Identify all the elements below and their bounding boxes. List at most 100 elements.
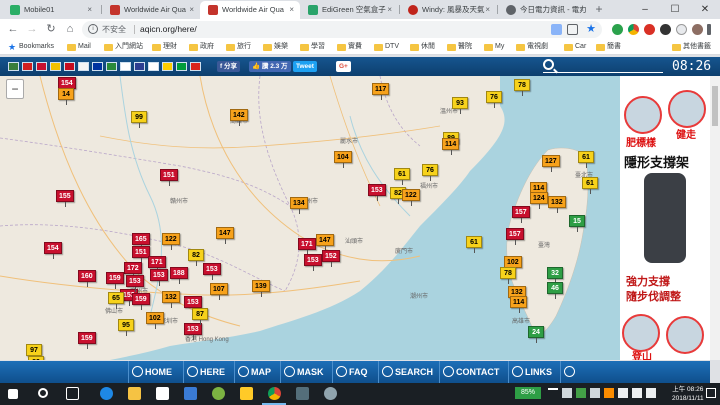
- aqi-station-marker[interactable]: 152: [322, 250, 340, 267]
- aqi-station-marker[interactable]: 99: [131, 111, 147, 128]
- scrollbar-thumb[interactable]: [712, 86, 718, 126]
- aqi-station-marker[interactable]: 78: [514, 79, 530, 96]
- tray-app-icon[interactable]: [576, 388, 586, 398]
- aqi-station-marker[interactable]: 171: [298, 238, 316, 255]
- aqi-station-marker[interactable]: 122: [162, 233, 180, 250]
- aqi-station-marker[interactable]: 61: [466, 236, 482, 253]
- aqi-station-marker[interactable]: 159: [132, 293, 150, 310]
- aqi-station-marker[interactable]: 153: [150, 269, 168, 286]
- page-scrollbar[interactable]: [710, 76, 720, 360]
- aqi-station-marker[interactable]: 14: [58, 88, 74, 105]
- aqi-station-marker[interactable]: 147: [316, 234, 334, 251]
- reload-button[interactable]: ↻: [44, 22, 58, 36]
- mail-icon[interactable]: [184, 387, 197, 400]
- cast-icon[interactable]: [567, 24, 578, 35]
- bookmark-other[interactable]: 其他書籤: [672, 40, 711, 54]
- bookmark-study[interactable]: 學習: [300, 40, 325, 54]
- tab-close-icon[interactable]: ×: [387, 1, 392, 19]
- aqi-station-marker[interactable]: 172: [124, 262, 142, 279]
- nav-faq[interactable]: FAQ: [332, 361, 368, 383]
- aqi-station-marker[interactable]: 127: [542, 155, 560, 172]
- language-flag-icon[interactable]: [36, 62, 47, 71]
- search-icon[interactable]: [38, 388, 48, 398]
- aqi-station-marker[interactable]: 159: [106, 272, 124, 289]
- aqi-station-marker[interactable]: 155: [56, 190, 74, 207]
- tab-close-icon[interactable]: ×: [189, 1, 194, 19]
- facebook-share-button[interactable]: f 分享: [217, 61, 240, 72]
- aqi-station-marker[interactable]: 153: [368, 184, 386, 201]
- aqi-station-marker[interactable]: 160: [78, 270, 96, 287]
- city-search-input[interactable]: [543, 59, 663, 73]
- tab-mobile01[interactable]: Mobile01 ×: [2, 1, 98, 19]
- input-method-icon[interactable]: [632, 388, 642, 398]
- tab-edigreen[interactable]: EdiGreen 空氣盒子 ×: [300, 1, 398, 19]
- photos-icon[interactable]: [296, 387, 309, 400]
- language-flag-icon[interactable]: [120, 62, 131, 71]
- language-flag-icon[interactable]: [162, 62, 173, 71]
- aqi-station-marker[interactable]: 153: [203, 263, 221, 280]
- tab-close-icon[interactable]: ×: [485, 1, 490, 19]
- extension-shield-icon[interactable]: [644, 24, 655, 35]
- aqi-station-marker[interactable]: 132: [548, 196, 566, 213]
- aqi-station-marker[interactable]: 24: [528, 326, 544, 343]
- chrome-icon[interactable]: [268, 387, 281, 400]
- volume-icon[interactable]: [590, 388, 600, 398]
- aqi-station-marker[interactable]: 65: [108, 292, 124, 309]
- aqi-station-marker[interactable]: 107: [210, 283, 228, 300]
- aqi-station-marker[interactable]: 157: [512, 206, 530, 223]
- bookmark-jianshu[interactable]: 簡書: [596, 40, 621, 54]
- task-view-icon[interactable]: [66, 387, 79, 400]
- tab-close-icon[interactable]: ×: [289, 1, 294, 19]
- new-tab-button[interactable]: +: [591, 1, 607, 17]
- tab-close-icon[interactable]: ×: [579, 1, 584, 19]
- language-flag-icon[interactable]: [50, 62, 61, 71]
- language-flag-icon[interactable]: [134, 62, 145, 71]
- facebook-like-button[interactable]: 👍 讚 2.3 万: [249, 61, 291, 72]
- aqi-station-marker[interactable]: 114: [442, 138, 460, 155]
- store-icon[interactable]: [156, 387, 169, 400]
- aqi-station-marker[interactable]: 122: [402, 189, 420, 206]
- nav-map[interactable]: MAP: [234, 361, 271, 383]
- minimize-button[interactable]: –: [630, 0, 660, 19]
- app-icon[interactable]: [240, 387, 253, 400]
- aqi-station-marker[interactable]: 102: [146, 312, 164, 329]
- aqi-station-marker[interactable]: 153: [126, 275, 144, 292]
- settings-icon[interactable]: [324, 387, 337, 400]
- aqi-station-marker[interactable]: 132: [162, 291, 180, 308]
- aqi-station-marker[interactable]: 46: [547, 282, 563, 299]
- aqi-station-marker[interactable]: 157: [506, 228, 524, 245]
- tray-app-icon[interactable]: [604, 388, 614, 398]
- bookmark-car[interactable]: Car: [564, 40, 586, 54]
- bookmark-mail[interactable]: Mail: [67, 40, 91, 54]
- address-bar[interactable]: i 不安全 aqicn.org/here/ ★: [82, 21, 602, 38]
- tab-close-icon[interactable]: ×: [87, 1, 92, 19]
- aqi-station-marker[interactable]: 139: [252, 280, 270, 297]
- language-flag-icon[interactable]: [8, 62, 19, 71]
- wifi-icon[interactable]: [618, 388, 628, 398]
- aqi-station-marker[interactable]: 188: [170, 267, 188, 284]
- home-button[interactable]: ⌂: [63, 22, 77, 36]
- bookmark-shopping[interactable]: 實費: [337, 40, 362, 54]
- bookmark-hospital[interactable]: 醫院: [447, 40, 472, 54]
- aqi-station-marker[interactable]: 76: [422, 164, 438, 181]
- aqi-station-marker[interactable]: 154: [44, 242, 62, 259]
- bookmark-entertainment[interactable]: 娛樂: [263, 40, 288, 54]
- language-flag-icon[interactable]: [190, 62, 201, 71]
- tweet-button[interactable]: Tweet: [293, 61, 317, 72]
- aqi-station-marker[interactable]: 61: [582, 177, 598, 194]
- aqi-station-marker[interactable]: 147: [216, 227, 234, 244]
- translate-icon[interactable]: [551, 24, 562, 35]
- menu-icon[interactable]: [707, 24, 711, 35]
- nav-search[interactable]: SEARCH: [378, 361, 433, 383]
- notification-icon[interactable]: [706, 388, 716, 398]
- info-icon[interactable]: i: [88, 24, 98, 34]
- aqi-station-marker[interactable]: 87: [192, 308, 208, 325]
- extension-mask-icon[interactable]: [660, 24, 671, 35]
- taskbar-clock[interactable]: 上午 08:26 2018/11/11: [672, 385, 704, 403]
- edge-icon[interactable]: [100, 387, 113, 400]
- aqi-station-marker[interactable]: 95: [118, 319, 134, 336]
- extension-translate-icon[interactable]: [676, 24, 687, 35]
- back-button[interactable]: ←: [6, 22, 20, 36]
- tab-worldwide-air-quality[interactable]: Worldwide Air Qua ×: [102, 1, 200, 19]
- bookmark-leisure[interactable]: 休閒: [410, 40, 435, 54]
